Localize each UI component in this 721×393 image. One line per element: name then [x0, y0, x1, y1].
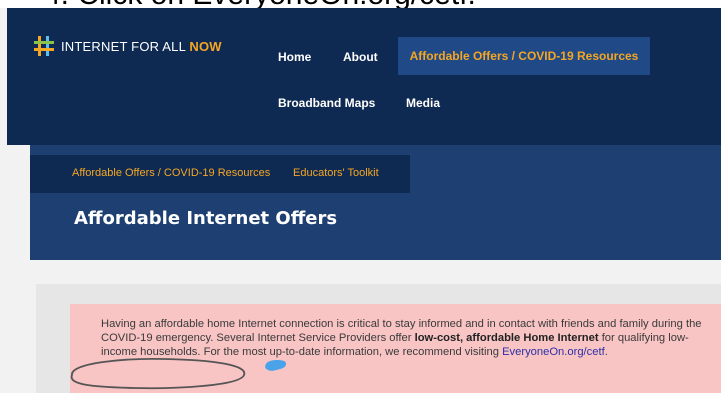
nav-affordable-offers[interactable]: Affordable Offers / COVID-19 Resources	[398, 37, 650, 75]
slide-caption-text: 4. Click on EveryoneOn.org/cetf.	[44, 0, 476, 8]
breadcrumb-subnav: Affordable Offers / COVID-19 Resources E…	[30, 155, 410, 193]
slide-caption: 4. Click on EveryoneOn.org/cetf.	[0, 0, 721, 8]
logo-text-accent: NOW	[189, 38, 222, 54]
content-card: Having an affordable home Internet conne…	[36, 284, 721, 393]
nav-home[interactable]: Home	[278, 50, 311, 64]
site-header: INTERNET FOR ALL NOW Home About Affordab…	[7, 8, 721, 145]
subnav-affordable-offers[interactable]: Affordable Offers / COVID-19 Resources	[72, 167, 270, 179]
hero-band: Affordable Offers / COVID-19 Resources E…	[30, 145, 721, 260]
hash-grid-logo-icon	[33, 35, 55, 57]
notice-box: Having an affordable home Internet conne…	[70, 304, 721, 393]
page-title: Affordable Internet Offers	[74, 208, 338, 229]
subnav-educators-toolkit[interactable]: Educators' Toolkit	[293, 167, 379, 179]
nav-about[interactable]: About	[343, 50, 378, 64]
nav-affordable-offers-label: Affordable Offers / COVID-19 Resources	[409, 49, 639, 63]
notice-bold-text: low-cost, affordable Home Internet	[414, 332, 599, 344]
notice-text-part-3: .	[604, 346, 608, 358]
logo-text: INTERNET FOR ALL NOW	[61, 39, 222, 54]
nav-media[interactable]: Media	[406, 96, 440, 110]
nav-broadband-maps[interactable]: Broadband Maps	[278, 96, 375, 110]
site-logo[interactable]: INTERNET FOR ALL NOW	[33, 35, 222, 57]
logo-text-main: INTERNET FOR ALL	[61, 38, 190, 54]
notice-text: Having an affordable home Internet conne…	[101, 317, 721, 359]
everyoneon-link[interactable]: EveryoneOn.org/cetf	[502, 346, 605, 358]
